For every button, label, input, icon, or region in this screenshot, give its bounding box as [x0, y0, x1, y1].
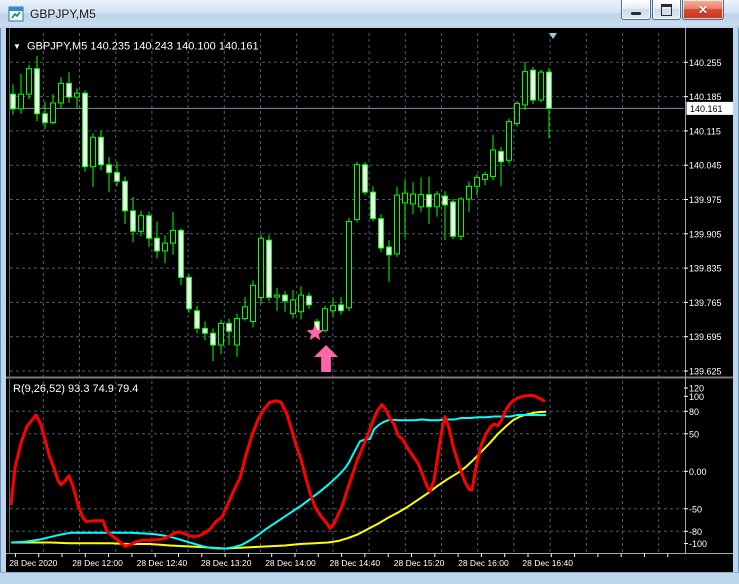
candle	[362, 161, 368, 196]
minimize-icon	[631, 11, 641, 15]
minimize-button[interactable]	[621, 0, 651, 20]
mt4-chart-window: GBPJPY,M5 ✕ 140.255 140.185 140.115 140.045…	[0, 0, 739, 584]
time-tick-label: 28 Dec 16:00	[458, 558, 509, 568]
indicator-tick-label: 100	[689, 392, 704, 402]
time-tick-label: 28 Dec 16:40	[522, 558, 573, 568]
indicator-header: R(9,26,52) 93.3 74.9 79.4	[13, 383, 138, 395]
time-tick-label: 28 Dec 15:20	[394, 558, 445, 568]
candle	[458, 197, 464, 241]
price-tick-label: 139.975	[689, 195, 722, 205]
indicator-tick-label: 0.00	[689, 467, 707, 477]
symbol-ohlc-header: GBPJPY,M5 140.235 140.243 140.100 140.16…	[27, 41, 259, 53]
time-tick-label: 28 Dec 2020	[9, 558, 57, 568]
price-tick-label: 140.255	[689, 58, 722, 68]
candle	[322, 305, 328, 333]
restore-icon	[661, 3, 672, 16]
price-tick-label: 140.185	[689, 92, 722, 102]
candle	[186, 274, 192, 313]
time-tick-label: 28 Dec 12:40	[137, 558, 188, 568]
time-tick-label: 28 Dec 14:40	[330, 558, 381, 568]
price-tick-label: 140.115	[689, 126, 721, 136]
indicator-tick-label: -50	[689, 504, 702, 514]
indicator-tick-label: 50	[689, 429, 699, 439]
candle	[98, 130, 104, 171]
time-tick-label: 28 Dec 13:20	[201, 558, 252, 568]
symbol-dropdown-icon[interactable]: ▼	[13, 42, 21, 51]
indicator-tick-label: 80	[689, 407, 699, 417]
price-tick-label: 140.045	[689, 161, 722, 171]
candle	[26, 64, 32, 100]
window-controls: ✕	[620, 0, 724, 20]
chart-window-icon	[8, 6, 24, 22]
candle	[506, 118, 512, 164]
candle	[378, 214, 384, 252]
candle	[266, 235, 272, 301]
chart-canvas[interactable]: 140.255 140.185 140.115 140.045 139.975 139.9…	[6, 28, 734, 572]
window-border	[0, 572, 739, 584]
window-title: GBPJPY,M5	[30, 7, 96, 21]
restore-button[interactable]	[652, 0, 681, 20]
candle	[450, 199, 456, 240]
indicator-tick-label: -80	[689, 527, 702, 537]
time-tick-label: 28 Dec 12:00	[72, 558, 123, 568]
price-tick-label: 139.835	[689, 264, 722, 274]
candle	[178, 228, 184, 286]
price-tick-label: 139.765	[689, 298, 722, 308]
indicator-tick-label: -100	[689, 539, 707, 549]
time-tick-label: 28 Dec 14:00	[265, 558, 316, 568]
price-tick-label: 139.625	[689, 367, 722, 377]
chart-client-area: 140.255 140.185 140.115 140.045 139.975 139.9…	[6, 28, 734, 572]
close-button[interactable]: ✕	[682, 0, 724, 20]
candle	[250, 280, 256, 328]
price-tick-label: 139.905	[689, 229, 722, 239]
close-icon: ✕	[697, 2, 709, 17]
candle	[82, 90, 88, 172]
title-bar[interactable]: GBPJPY,M5 ✕	[0, 0, 739, 28]
candle	[346, 217, 352, 312]
candle	[354, 161, 360, 223]
candle	[530, 66, 536, 104]
price-tick-label: 139.695	[689, 332, 722, 342]
candle	[538, 69, 544, 102]
current-price-label: 140.161	[690, 104, 723, 114]
candle	[514, 101, 520, 127]
candle	[258, 234, 264, 304]
candle	[394, 186, 400, 257]
